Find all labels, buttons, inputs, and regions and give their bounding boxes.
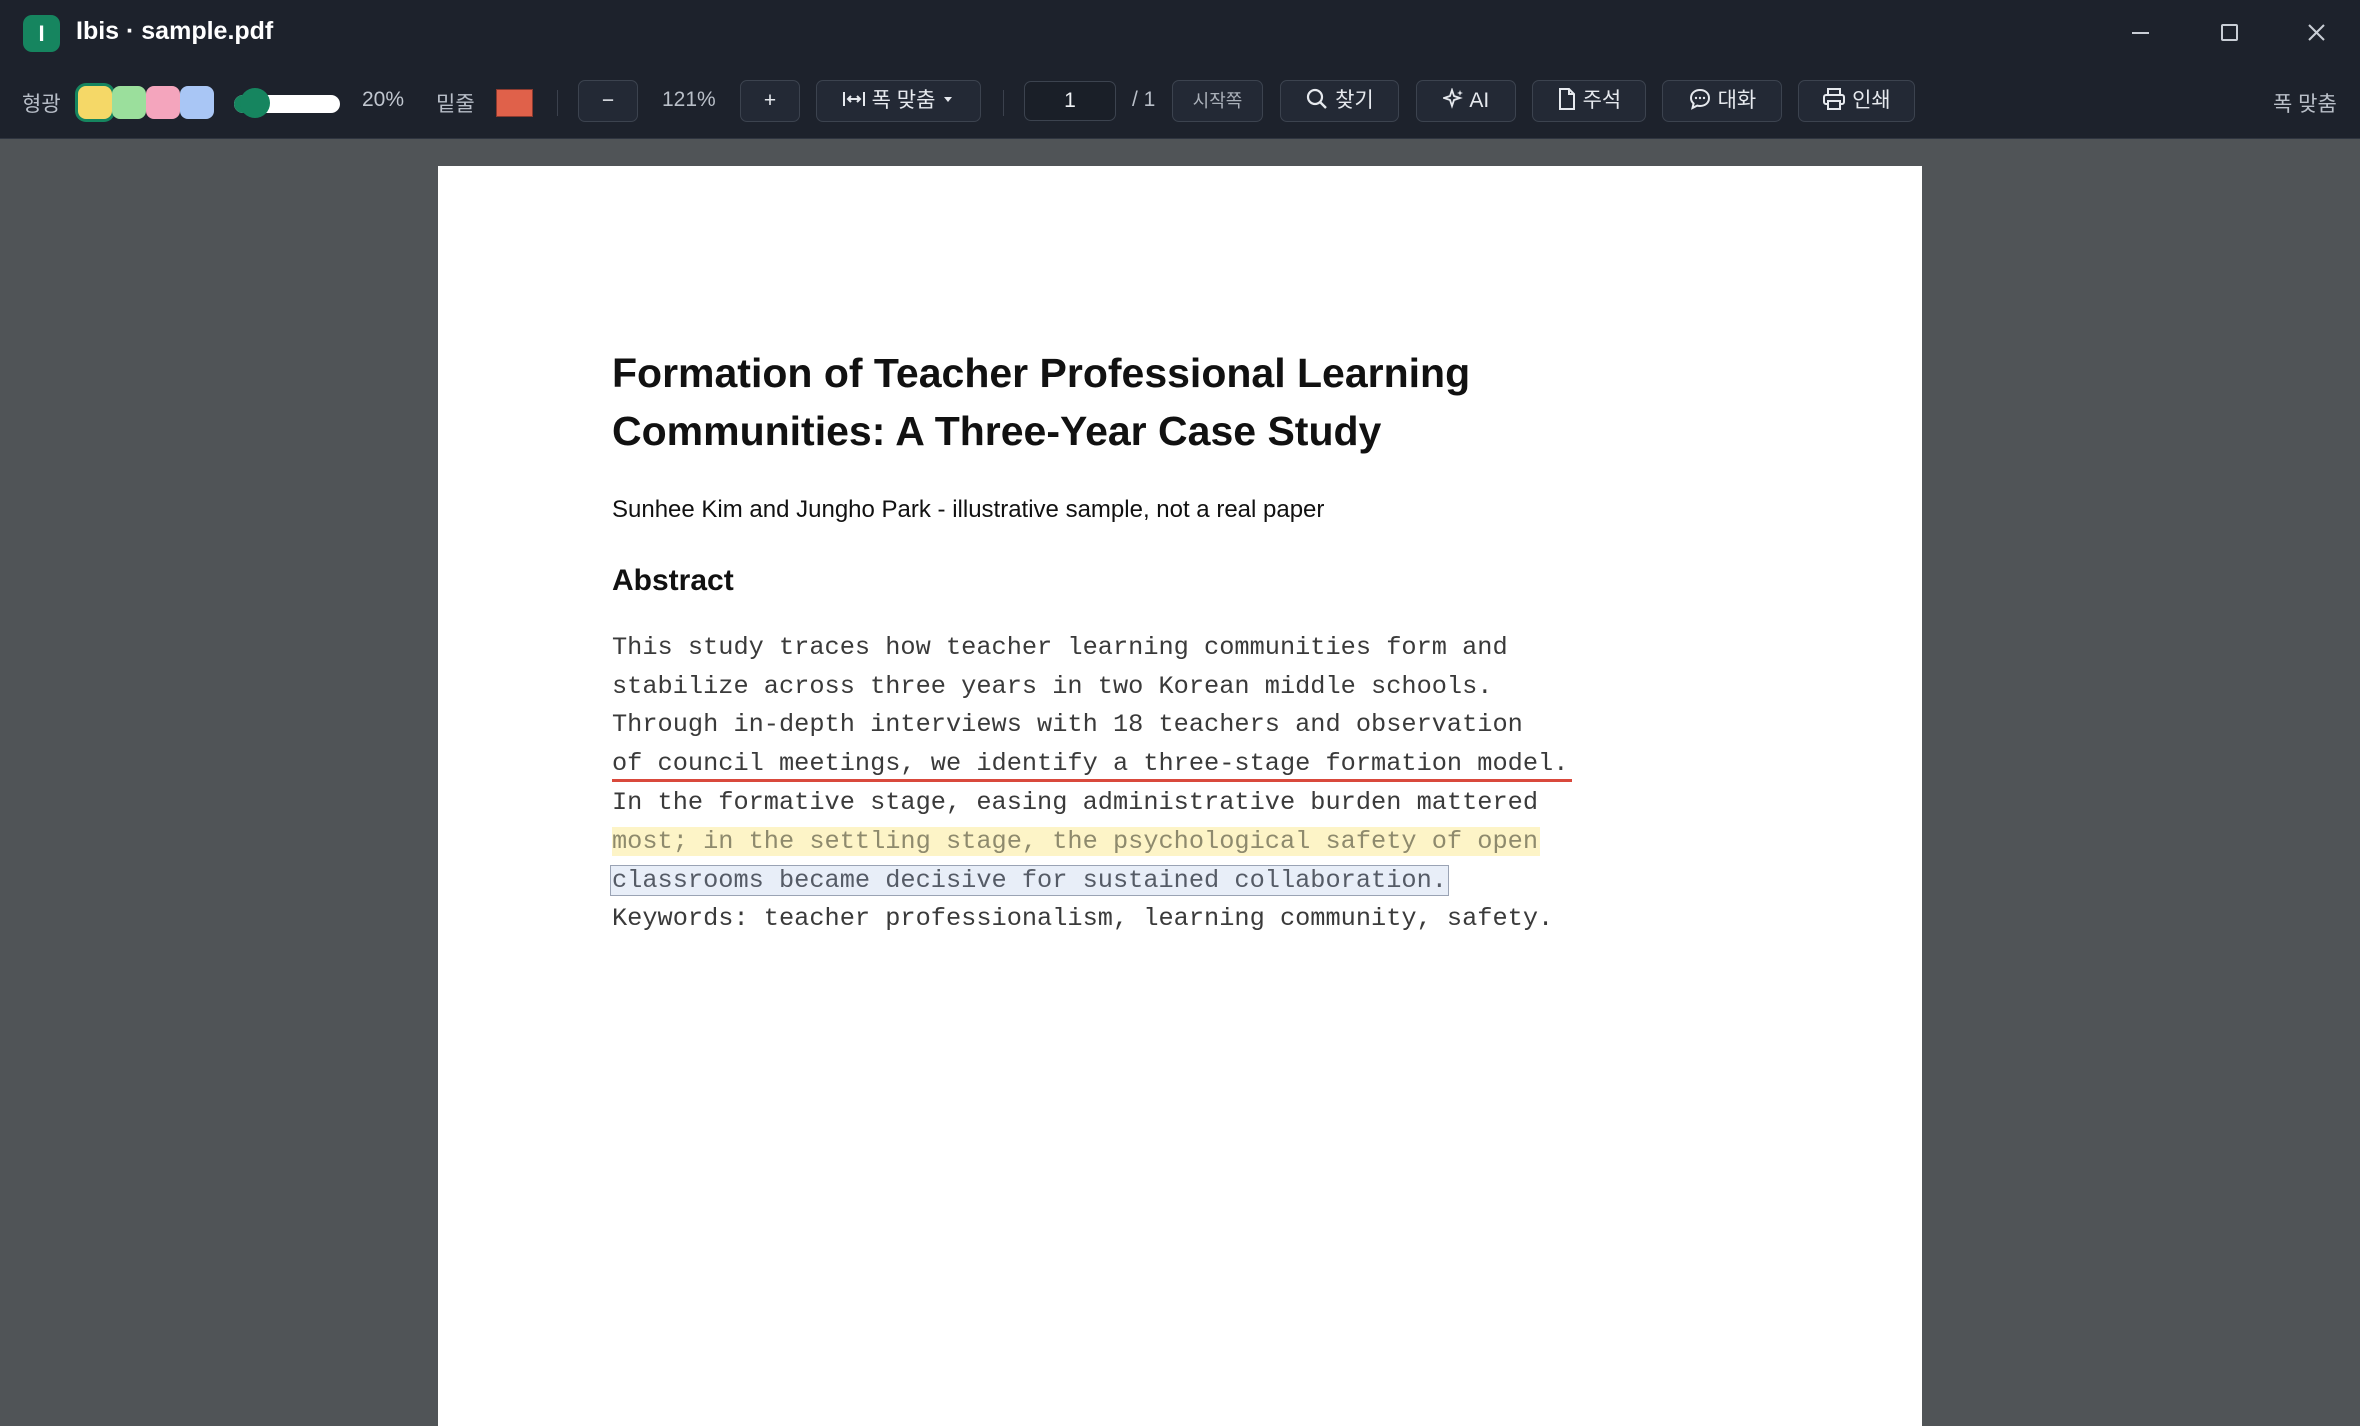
abstract-line-underlined: of council meetings, we identify a three… bbox=[612, 749, 1569, 778]
pdf-page: Formation of Teacher Professional Learni… bbox=[438, 166, 1922, 1426]
print-button[interactable]: 인쇄 bbox=[1798, 80, 1915, 122]
underline-annotation[interactable] bbox=[612, 779, 1572, 782]
abstract-heading: Abstract bbox=[612, 564, 734, 597]
maximize-button[interactable] bbox=[2207, 13, 2251, 53]
ai-label: AI bbox=[1469, 89, 1490, 112]
minimize-icon bbox=[2132, 32, 2149, 34]
print-label: 인쇄 bbox=[1852, 89, 1891, 112]
zoom-in-button[interactable]: + bbox=[740, 80, 800, 122]
fit-width-dropdown[interactable]: 폭 맞춤 bbox=[816, 80, 981, 122]
zoom-level: 121% bbox=[662, 88, 716, 111]
close-button[interactable] bbox=[2294, 13, 2338, 53]
abstract-line-selected[interactable]: classrooms became decisive for sustained… bbox=[610, 865, 1449, 896]
page-number-input[interactable] bbox=[1024, 81, 1116, 121]
toolbar-divider bbox=[557, 90, 558, 116]
annotation-label: 주석 bbox=[1582, 89, 1622, 112]
highlight-swatch-yellow[interactable] bbox=[78, 86, 112, 119]
fit-width-icon bbox=[842, 92, 865, 107]
chat-label: 대화 bbox=[1717, 89, 1757, 112]
chat-button[interactable]: 대화 bbox=[1662, 80, 1782, 122]
fit-width-status[interactable]: 폭 맞춤 bbox=[2273, 88, 2337, 118]
minimize-button[interactable] bbox=[2118, 13, 2162, 53]
zoom-out-button[interactable]: − bbox=[578, 80, 638, 122]
title-bar: I Ibis · sample.pdf bbox=[0, 0, 2360, 66]
abstract-line-highlighted: most; in the settling stage, the psychol… bbox=[612, 827, 1541, 856]
abstract-line: stabilize across three years in two Kore… bbox=[612, 672, 1493, 701]
fit-width-label: 폭 맞춤 bbox=[871, 89, 936, 112]
toolbar-divider bbox=[1003, 90, 1004, 116]
app-logo: I bbox=[23, 15, 60, 52]
toolbar: 형광 20% 밑줄 − 121% + 폭 맞춤 / 1 시작쪽 찾기 AI 주석… bbox=[0, 66, 2360, 139]
find-button[interactable]: 찾기 bbox=[1280, 80, 1399, 122]
printer-icon bbox=[1823, 88, 1846, 111]
start-page-button[interactable]: 시작쪽 bbox=[1172, 80, 1263, 122]
underline-color-swatch[interactable] bbox=[496, 89, 533, 117]
find-label: 찾기 bbox=[1335, 89, 1374, 112]
maximize-icon bbox=[2221, 24, 2238, 41]
annotation-button[interactable]: 주석 bbox=[1532, 80, 1646, 122]
highlight-swatch-blue[interactable] bbox=[180, 86, 214, 119]
window-title: Ibis · sample.pdf bbox=[76, 17, 274, 45]
document-icon bbox=[1558, 88, 1575, 111]
chat-bubble-icon bbox=[1689, 89, 1710, 111]
highlight-label: 형광 bbox=[22, 93, 61, 116]
underline-label: 밑줄 bbox=[436, 93, 475, 116]
search-icon bbox=[1307, 89, 1328, 110]
opacity-slider-thumb[interactable] bbox=[240, 88, 270, 118]
abstract-line: In the formative stage, easing administr… bbox=[612, 788, 1539, 817]
abstract-keywords: Keywords: teacher professionalism, learn… bbox=[612, 904, 1554, 933]
highlight-swatch-pink[interactable] bbox=[146, 86, 180, 119]
abstract-line: This study traces how teacher learning c… bbox=[612, 633, 1508, 662]
opacity-value: 20% bbox=[362, 88, 405, 111]
page-total: / 1 bbox=[1132, 88, 1156, 111]
chevron-down-icon bbox=[944, 97, 953, 103]
highlight-swatch-green[interactable] bbox=[112, 86, 146, 119]
sparkle-icon bbox=[1440, 87, 1463, 110]
close-icon bbox=[2308, 24, 2325, 41]
abstract-line: Through in-depth interviews with 18 teac… bbox=[612, 710, 1523, 739]
document-title: Formation of Teacher Professional Learni… bbox=[612, 350, 1471, 454]
document-authors: Sunhee Kim and Jungho Park - illustrativ… bbox=[612, 496, 1325, 523]
ai-button[interactable]: AI bbox=[1416, 80, 1516, 122]
